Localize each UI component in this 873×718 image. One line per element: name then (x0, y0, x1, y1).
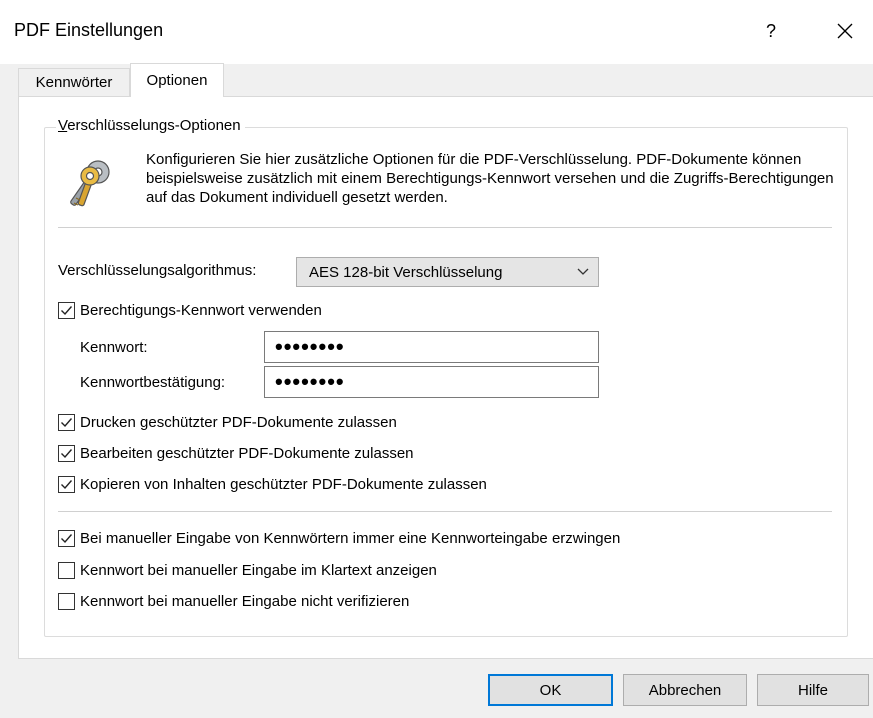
checkbox-label: Berechtigungs-Kennwort verwenden (80, 302, 322, 319)
checkbox-label: Kennwort bei manueller Eingabe im Klarte… (80, 562, 437, 579)
force-password-entry-checkbox[interactable]: Bei manueller Eingabe von Kennwörtern im… (58, 530, 620, 547)
show-plaintext-checkbox[interactable]: Kennwort bei manueller Eingabe im Klarte… (58, 562, 437, 579)
algorithm-label: Verschlüsselungsalgorithmus: (58, 262, 257, 279)
window-title: PDF Einstellungen (14, 20, 164, 40)
checkbox-unchecked-icon (58, 562, 75, 579)
allow-copy-checkbox[interactable]: Kopieren von Inhalten geschützter PDF-Do… (58, 476, 487, 493)
checkbox-label: Bearbeiten geschützter PDF-Dokumente zul… (80, 445, 414, 462)
tab-kennwoerter[interactable]: Kennwörter (18, 68, 130, 96)
cancel-button[interactable]: Abbrechen (623, 674, 747, 706)
algorithm-value: AES 128-bit Verschlüsselung (309, 263, 503, 281)
checkbox-label: Kopieren von Inhalten geschützter PDF-Do… (80, 476, 487, 493)
keys-icon (70, 160, 110, 207)
password-confirm-label: Kennwortbestätigung: (80, 374, 226, 391)
group-title-rest: erschlüsselungs-Optionen (67, 117, 241, 134)
checkbox-unchecked-icon (58, 593, 75, 610)
checkbox-checked-icon (58, 414, 75, 431)
checkbox-label: Drucken geschützter PDF-Dokumente zulass… (80, 414, 397, 431)
checkbox-checked-icon (58, 302, 75, 319)
chevron-down-icon (568, 268, 598, 276)
checkbox-checked-icon (58, 445, 75, 462)
allow-edit-checkbox[interactable]: Bearbeiten geschützter PDF-Dokumente zul… (58, 445, 414, 462)
checkbox-checked-icon (58, 530, 75, 547)
skip-verify-checkbox[interactable]: Kennwort bei manueller Eingabe nicht ver… (58, 593, 409, 610)
allow-print-checkbox[interactable]: Drucken geschützter PDF-Dokumente zulass… (58, 414, 397, 431)
separator (58, 227, 832, 228)
checkbox-label: Bei manueller Eingabe von Kennwörtern im… (80, 530, 621, 547)
help-button[interactable]: ? (748, 14, 794, 48)
algorithm-select[interactable]: AES 128-bit Verschlüsselung (296, 257, 599, 287)
close-icon (837, 23, 853, 39)
group-title-mnemonic: V (58, 117, 68, 134)
password-confirm-field[interactable]: •••••••• (264, 366, 599, 398)
password-field[interactable]: •••••••• (264, 331, 599, 363)
ok-button[interactable]: OK (488, 674, 613, 706)
tab-optionen[interactable]: Optionen (130, 63, 224, 97)
title-bar: PDF Einstellungen ? (0, 0, 873, 64)
separator (58, 511, 832, 512)
pdf-settings-dialog: PDF Einstellungen ? Kennwörter Optionen … (0, 0, 873, 718)
help-dialog-button[interactable]: Hilfe (757, 674, 869, 706)
encryption-description: Konfigurieren Sie hier zusätzliche Optio… (146, 151, 834, 206)
checkbox-label: Kennwort bei manueller Eingabe nicht ver… (80, 593, 410, 610)
password-label: Kennwort: (80, 339, 148, 356)
close-button[interactable] (822, 14, 868, 48)
permission-password-checkbox[interactable]: Berechtigungs-Kennwort verwenden (58, 302, 322, 319)
group-title: Verschlüsselungs-Optionen (56, 117, 245, 134)
checkbox-checked-icon (58, 476, 75, 493)
